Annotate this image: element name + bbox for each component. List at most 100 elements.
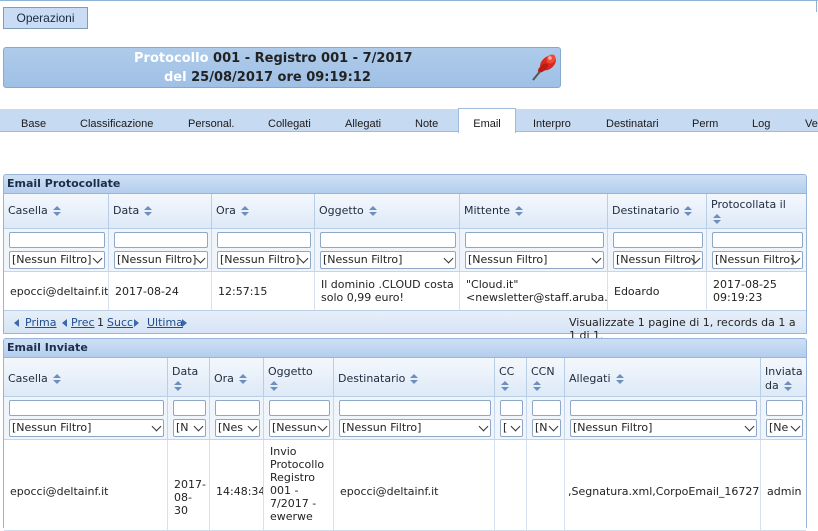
filter-cell: [N	[168, 397, 210, 439]
filter-text-casella[interactable]	[9, 400, 164, 416]
filter-text-data[interactable]	[173, 400, 206, 416]
col-protocollata-il[interactable]: Protocollata il	[707, 194, 806, 228]
filter-text-ccn[interactable]	[532, 400, 561, 416]
col-cc[interactable]: CC	[495, 358, 527, 396]
cell-casella: epocci@deltainf.it	[4, 272, 109, 310]
cell-ora: 12:57:15	[212, 272, 315, 310]
last-page-link[interactable]: Ultima	[147, 316, 183, 329]
cell-oggetto-line: Il dominio .CLOUD costa	[321, 278, 454, 291]
filter-text-protocollata[interactable]	[712, 232, 803, 248]
filter-select-destinatario[interactable]: [Nessun Filtro]	[339, 419, 491, 437]
filter-text-ora[interactable]	[217, 232, 311, 248]
filter-select-ora[interactable]: [Nes	[215, 419, 260, 437]
filter-select-casella[interactable]: [Nessun Filtro]	[9, 251, 105, 269]
tab-classificazione[interactable]: Classificazione	[80, 109, 153, 131]
sort-icon	[713, 214, 721, 224]
chevron-down-icon	[591, 253, 602, 264]
col-casella[interactable]: Casella	[4, 358, 168, 396]
sort-icon	[144, 206, 153, 216]
filter-text-oggetto[interactable]	[320, 232, 456, 248]
col-allegati-label: Allegati	[569, 372, 611, 385]
tab-collegati[interactable]: Collegati	[268, 109, 311, 131]
table-row[interactable]: epocci@deltainf.it 2017-08-24 12:57:15 I…	[4, 272, 806, 311]
operations-button[interactable]: Operazioni	[3, 7, 88, 29]
cell-oggetto-line: solo 0,99 euro!	[321, 291, 404, 304]
col-mittente[interactable]: Mittente	[460, 194, 608, 228]
tab-log[interactable]: Log	[752, 109, 770, 131]
filter-select-value: [Nessun Filtro]	[12, 253, 92, 266]
tab-interpro[interactable]: Interpro	[533, 109, 571, 131]
filter-select-destinatario[interactable]: [Nessun Filtro]	[613, 251, 703, 269]
filter-select-cc[interactable]: [	[500, 419, 523, 437]
filter-select-allegati[interactable]: [Nessun Filtro]	[570, 419, 757, 437]
filter-select-value: [Nessun Filtro]	[573, 421, 653, 434]
col-oggetto-label: Oggetto	[319, 204, 364, 217]
first-page-link[interactable]: Prima	[25, 316, 56, 329]
table-row[interactable]: epocci@deltainf.it 2017- 08-30 14:48:34 I…	[4, 440, 806, 531]
filter-text-inviata[interactable]	[766, 400, 803, 416]
filter-select-casella[interactable]: [Nessun Filtro]	[9, 419, 164, 437]
last-page-icon[interactable]	[182, 319, 187, 327]
sort-icon	[174, 381, 182, 391]
next-page-link[interactable]: Succ	[107, 316, 133, 329]
col-ora[interactable]: Ora	[210, 358, 264, 396]
filter-text-mittente[interactable]	[465, 232, 604, 248]
filter-text-allegati[interactable]	[570, 400, 757, 416]
col-oggetto[interactable]: Oggetto	[315, 194, 460, 228]
filter-text-destinatario[interactable]	[339, 400, 491, 416]
col-data[interactable]: Data	[168, 358, 210, 396]
filter-select-data[interactable]: [Nessun Filtro]	[114, 251, 208, 269]
prev-page-link[interactable]: Prec	[71, 316, 95, 329]
filter-select-ora[interactable]: [Nessun Filtro]	[217, 251, 311, 269]
col-data-label: Data	[172, 365, 199, 378]
tab-email[interactable]: Email	[458, 108, 516, 133]
filter-text-ora[interactable]	[215, 400, 260, 416]
sort-icon	[238, 374, 247, 384]
filter-text-destinatario[interactable]	[613, 232, 703, 248]
tab-overflow[interactable]: Ve	[805, 109, 818, 131]
cell-ccn	[527, 440, 565, 530]
col-ora[interactable]: Ora	[212, 194, 315, 228]
tab-perm[interactable]: Perm	[692, 109, 718, 131]
filter-cell: [Nessun Filtro]	[707, 229, 806, 271]
tab-base[interactable]: Base	[21, 109, 46, 131]
pushpin-icon[interactable]	[529, 50, 559, 84]
filter-select-mittente[interactable]: [Nessun Filtro]	[465, 251, 604, 269]
filter-select-data[interactable]: [N	[173, 419, 206, 437]
filter-select-oggetto[interactable]: [Nessun Filtro]	[320, 251, 456, 269]
col-ccn[interactable]: CCN	[527, 358, 565, 396]
col-oggetto[interactable]: Oggetto	[264, 358, 334, 396]
sort-icon	[501, 381, 509, 391]
cell-oggetto-line: Protocollo	[270, 458, 325, 471]
col-destinatario[interactable]: Destinatario	[334, 358, 495, 396]
filter-text-casella[interactable]	[9, 232, 105, 248]
pager: Prima Prec 1 Succ Ultima Visualizzate 1 …	[4, 310, 806, 342]
filter-text-data[interactable]	[114, 232, 208, 248]
first-page-icon[interactable]	[14, 319, 19, 327]
next-page-icon[interactable]	[134, 319, 139, 327]
sort-icon	[240, 206, 249, 216]
cell-destinatario: Edoardo	[608, 272, 707, 310]
col-data[interactable]: Data	[109, 194, 212, 228]
tab-note[interactable]: Note	[415, 109, 438, 131]
filter-text-oggetto[interactable]	[269, 400, 330, 416]
filter-select-oggetto[interactable]: [Nessun	[269, 419, 330, 437]
filter-select-protocollata[interactable]: [Nessun Filtro]	[712, 251, 803, 269]
sort-icon	[410, 374, 419, 384]
col-destinatario[interactable]: Destinatario	[608, 194, 707, 228]
filter-select-inviata[interactable]: [Ne	[766, 419, 803, 437]
cell-mittente: "Cloud.it"<newsletter@staff.aruba.it>	[460, 272, 608, 310]
filter-text-cc[interactable]	[500, 400, 523, 416]
tab-personal[interactable]: Personal.	[188, 109, 234, 131]
email-inviate-header: Email Inviate	[3, 338, 807, 358]
protocol-value: 001 - Registro 001 - 7/2017	[213, 51, 413, 66]
tab-destinatari[interactable]: Destinatari	[606, 109, 659, 131]
filter-select-ccn[interactable]: [N	[532, 419, 561, 437]
col-casella[interactable]: Casella	[4, 194, 109, 228]
col-inviata-label: Inviata	[765, 365, 803, 378]
tab-allegati[interactable]: Allegati	[345, 109, 381, 131]
prev-page-icon[interactable]	[62, 319, 67, 327]
col-allegati[interactable]: Allegati	[565, 358, 761, 396]
filter-select-value: [Nessun Filtro]	[616, 253, 696, 266]
col-inviata-da[interactable]: Inviata da	[761, 358, 806, 396]
